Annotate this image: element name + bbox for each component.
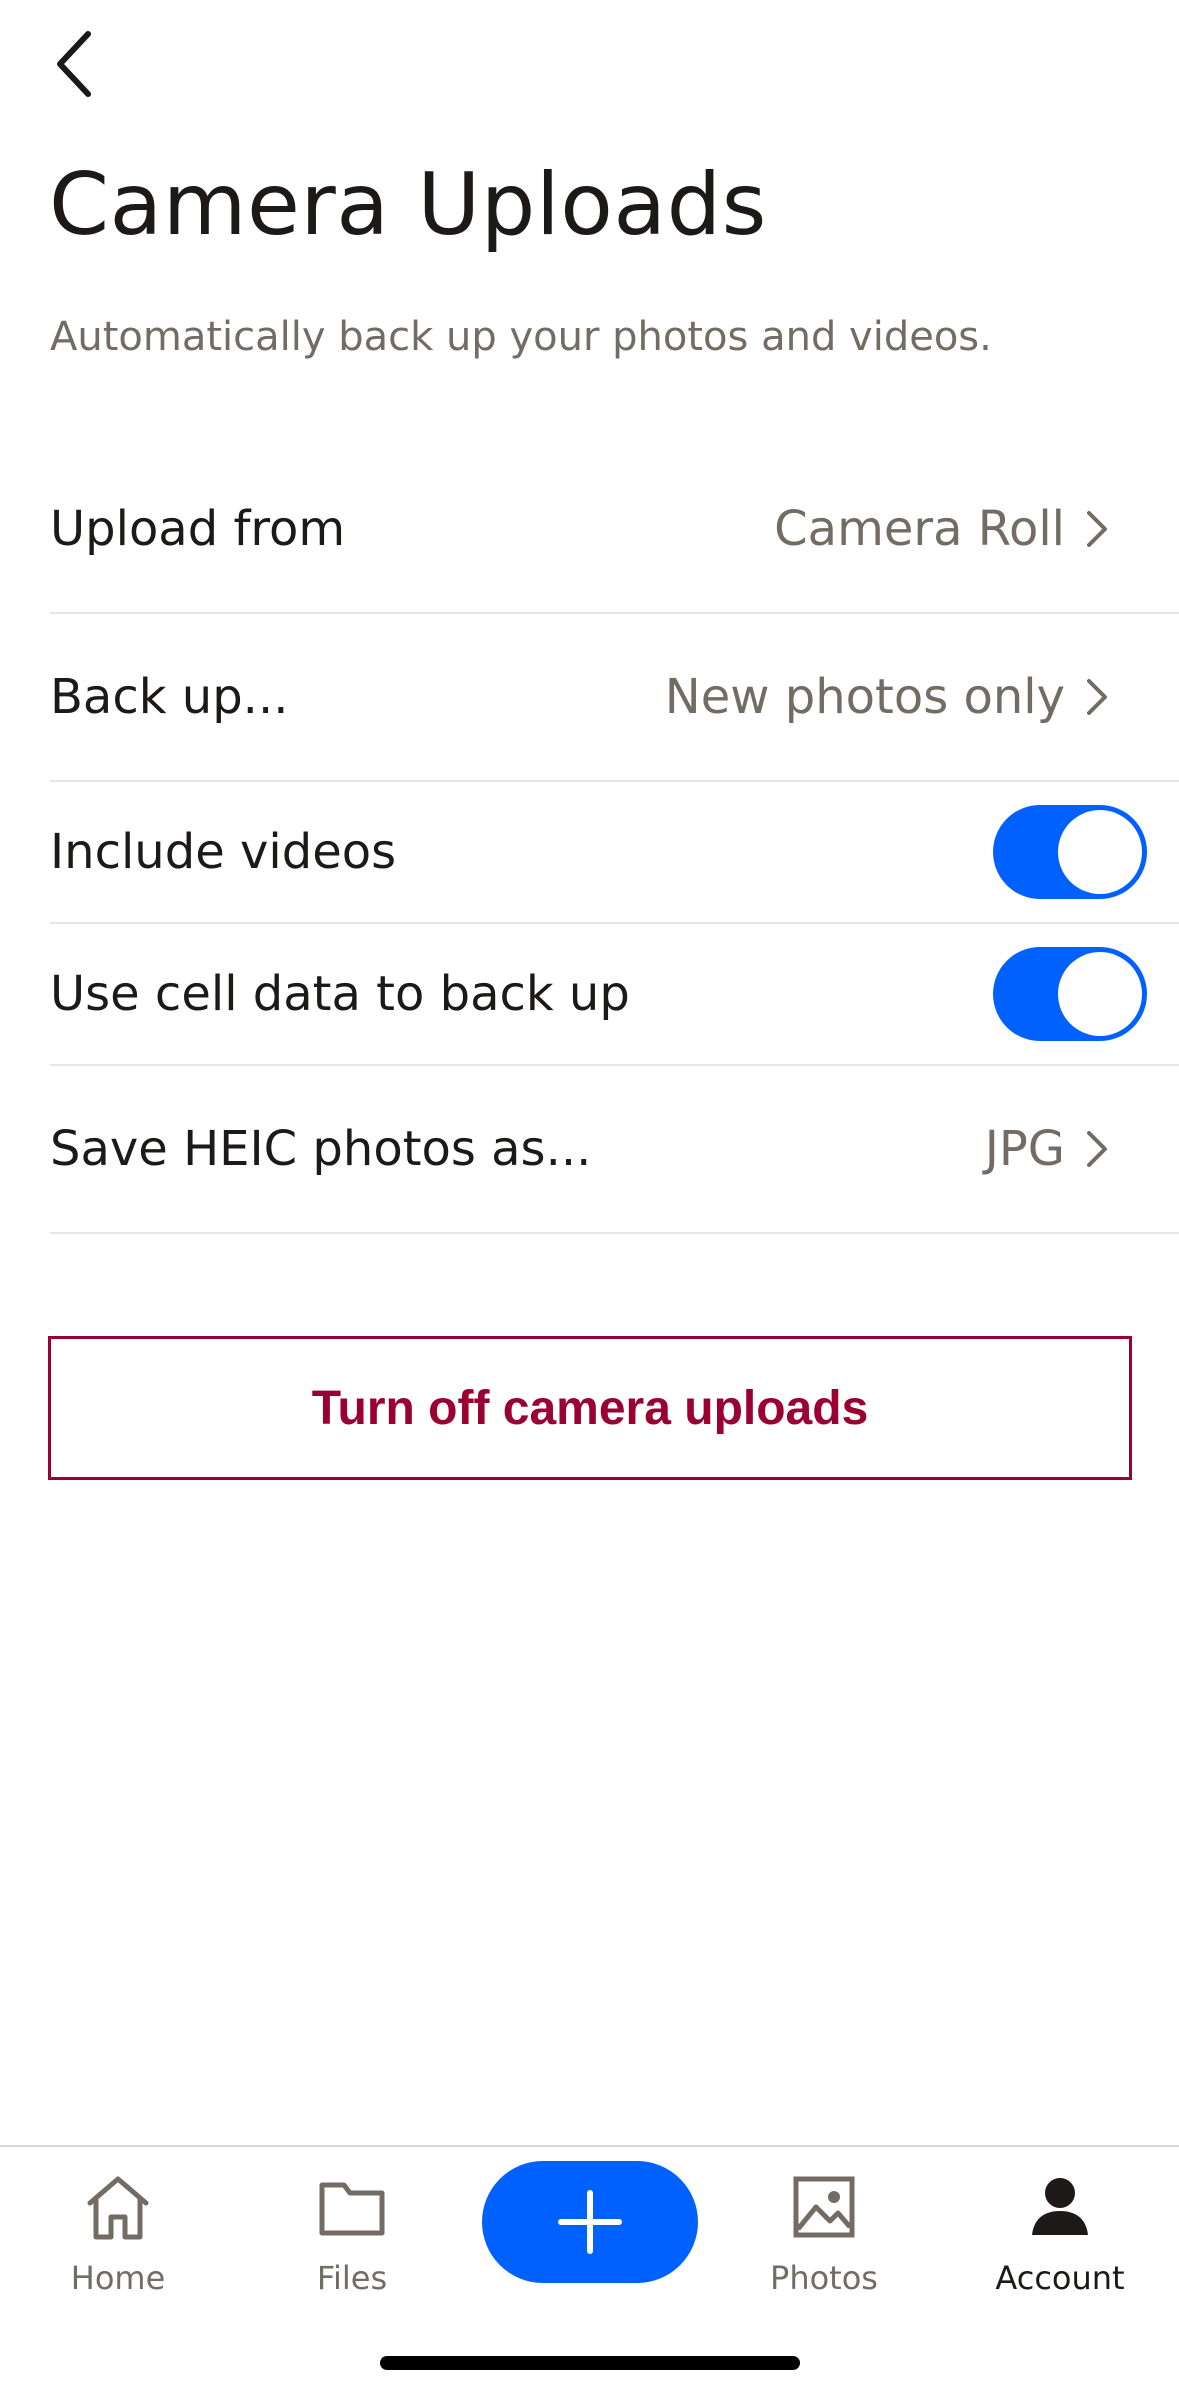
back-up-value-group: New photos only	[665, 669, 1129, 725]
tab-files-label: Files	[316, 2259, 388, 2297]
upload-from-value-group: Camera Roll	[774, 501, 1129, 557]
tab-photos-label: Photos	[770, 2259, 878, 2297]
tab-photos[interactable]: Photos	[724, 2167, 924, 2317]
tab-account-label: Account	[995, 2259, 1125, 2297]
page-subtitle: Automatically back up your photos and vi…	[50, 314, 992, 360]
back-up-row[interactable]: Back up... New photos only	[50, 614, 1179, 782]
chevron-right-icon	[1087, 511, 1107, 547]
plus-icon	[558, 2190, 622, 2254]
settings-list: Upload from Camera Roll Back up... New p…	[50, 446, 1179, 1234]
toggle-knob	[1058, 952, 1142, 1036]
image-icon	[793, 2176, 855, 2238]
cell-data-toggle[interactable]	[993, 947, 1147, 1041]
include-videos-toggle[interactable]	[993, 805, 1147, 899]
heic-label: Save HEIC photos as...	[50, 1121, 592, 1177]
chevron-left-icon	[57, 31, 91, 97]
camera-uploads-screen: Camera Uploads Automatically back up you…	[0, 0, 1179, 2396]
chevron-right-icon	[1087, 679, 1107, 715]
tab-files[interactable]: Files	[252, 2167, 452, 2317]
chevron-right-icon	[1087, 1131, 1107, 1167]
tab-account[interactable]: Account	[960, 2167, 1160, 2317]
cell-data-row: Use cell data to back up	[50, 924, 1179, 1066]
toggle-knob	[1058, 810, 1142, 894]
heic-value: JPG	[984, 1121, 1065, 1177]
upload-from-row[interactable]: Upload from Camera Roll	[50, 446, 1179, 614]
folder-icon	[319, 2182, 385, 2236]
tab-home-label: Home	[70, 2259, 166, 2297]
home-indicator	[380, 2356, 800, 2370]
tab-home[interactable]: Home	[18, 2167, 218, 2317]
person-icon	[1032, 2178, 1088, 2235]
include-videos-label: Include videos	[50, 824, 397, 880]
cell-data-label: Use cell data to back up	[50, 966, 630, 1022]
turn-off-camera-uploads-button[interactable]: Turn off camera uploads	[48, 1336, 1132, 1480]
include-videos-row: Include videos	[50, 782, 1179, 924]
home-icon	[87, 2176, 149, 2240]
add-button[interactable]	[482, 2161, 698, 2283]
page-title: Camera Uploads	[49, 155, 767, 255]
upload-from-value: Camera Roll	[774, 501, 1065, 557]
back-button[interactable]	[40, 24, 110, 104]
heic-row[interactable]: Save HEIC photos as... JPG	[50, 1066, 1179, 1234]
back-up-value: New photos only	[664, 669, 1065, 725]
upload-from-label: Upload from	[50, 501, 346, 557]
heic-value-group: JPG	[985, 1121, 1129, 1177]
back-up-label: Back up...	[50, 669, 289, 725]
